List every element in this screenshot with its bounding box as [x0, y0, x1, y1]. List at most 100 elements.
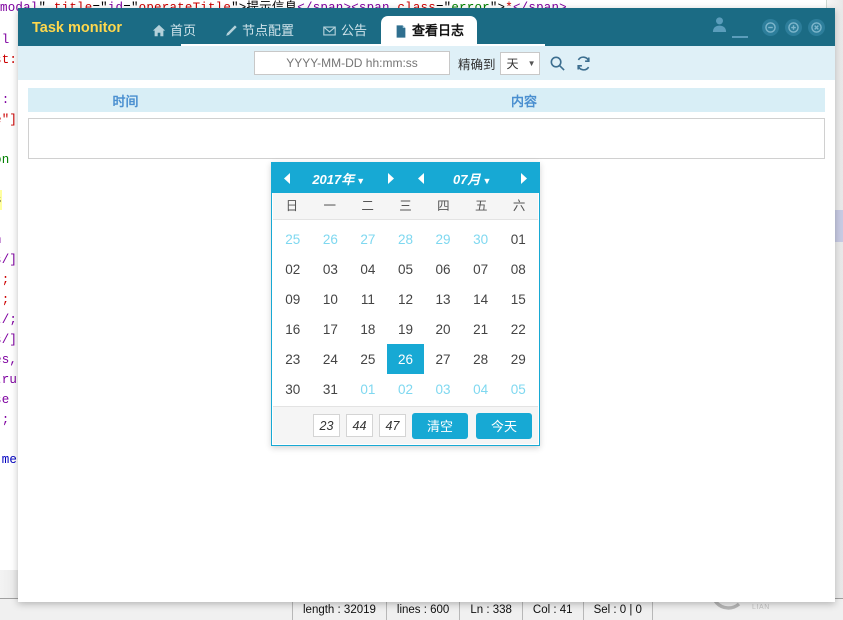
day-cell[interactable]: 16 [274, 314, 312, 344]
day-cell[interactable]: 03 [424, 374, 462, 404]
day-cell[interactable]: 01 [349, 374, 387, 404]
nav-tab-home[interactable]: 首页 [138, 16, 210, 46]
day-cell[interactable]: 09 [274, 284, 312, 314]
datepicker-header: 2017年 ▼ 07月 ▼ [272, 163, 539, 193]
day-cell[interactable]: 21 [462, 314, 500, 344]
user-icon [711, 16, 728, 38]
hour-input[interactable] [313, 414, 340, 437]
month-label-button[interactable]: 07月 ▼ [436, 169, 510, 188]
day-cell[interactable]: 03 [312, 254, 350, 284]
date-range-input[interactable] [254, 51, 450, 75]
day-cell[interactable]: 06 [424, 254, 462, 284]
day-cell[interactable]: 01 [499, 224, 537, 254]
day-cell[interactable]: 25 [274, 224, 312, 254]
day-cell[interactable]: 26 [312, 224, 350, 254]
weekday-5: 五 [474, 199, 488, 213]
document-icon [394, 24, 408, 39]
day-cell[interactable]: 29 [499, 344, 537, 374]
log-empty-row [28, 118, 825, 159]
day-cell[interactable]: 22 [499, 314, 537, 344]
day-cell[interactable]: 02 [387, 374, 425, 404]
year-label-button[interactable]: 2017年 ▼ [302, 169, 376, 188]
today-button[interactable]: 今天 [476, 412, 532, 439]
next-month-button[interactable] [509, 163, 539, 193]
prev-month-button[interactable] [406, 163, 436, 193]
minute-input[interactable] [346, 414, 373, 437]
minimize-button[interactable] [762, 18, 779, 36]
second-input[interactable] [379, 414, 406, 437]
day-cell[interactable]: 24 [312, 344, 350, 374]
search-icon[interactable] [549, 55, 566, 72]
refresh-icon[interactable] [575, 55, 592, 72]
navbar: Task monitor 首页 节点配置 公告 查看日志 [18, 8, 835, 46]
day-cell[interactable]: 12 [387, 284, 425, 314]
chevron-down-icon: ▼ [527, 58, 536, 68]
day-cell[interactable]: 27 [424, 344, 462, 374]
task-monitor-window: Task monitor 首页 节点配置 公告 查看日志 YYYY-MM-DD … [18, 8, 835, 602]
precision-select[interactable]: 天 ▼ [499, 51, 540, 75]
datepicker-day-grid: 25 26 27 28 29 30 01 02 03 04 05 06 07 08 09 10 11 12 13 14… [272, 220, 539, 406]
precision-select-value: 天 [506, 56, 519, 71]
next-year-button[interactable] [376, 163, 406, 193]
day-cell[interactable]: 19 [387, 314, 425, 344]
envelope-icon [322, 24, 337, 38]
nav-tab-node-config-label: 节点配置 [241, 23, 294, 38]
datepicker-footer: 清空 今天 [273, 406, 538, 444]
datepicker-popup: 2017年 ▼ 07月 ▼ 日一二三四五六 25 26 27 28 29 30 01 02 03 04… [271, 162, 540, 446]
nav-tabs: 首页 节点配置 公告 查看日志 [138, 8, 478, 46]
day-cell[interactable]: 07 [462, 254, 500, 284]
user-box[interactable] [711, 16, 748, 38]
nav-tab-view-logs[interactable]: 查看日志 [381, 16, 478, 46]
day-cell[interactable]: 30 [462, 224, 500, 254]
prev-year-button[interactable] [272, 163, 302, 193]
column-header-time[interactable]: 时间 [28, 88, 223, 112]
weekday-2: 二 [361, 199, 374, 213]
nav-tab-node-config[interactable]: 节点配置 [210, 16, 308, 46]
maximize-button[interactable] [785, 18, 802, 36]
navbar-right [711, 16, 835, 46]
chevron-down-icon: ▼ [356, 175, 366, 186]
day-cell[interactable]: 17 [312, 314, 350, 344]
nav-tab-view-logs-label: 查看日志 [412, 23, 465, 38]
day-cell[interactable]: 05 [499, 374, 537, 404]
precision-label: 精确到 [458, 57, 496, 72]
chevron-down-icon: ▼ [482, 175, 492, 186]
log-table: 时间 内容 [28, 88, 825, 112]
day-cell[interactable]: 29 [424, 224, 462, 254]
pencil-icon [224, 24, 238, 38]
day-cell[interactable]: 14 [462, 284, 500, 314]
column-header-content[interactable]: 内容 [223, 88, 825, 112]
day-cell[interactable]: 02 [274, 254, 312, 284]
year-label: 2017年 [312, 171, 355, 187]
home-icon [152, 24, 166, 38]
day-cell[interactable]: 08 [499, 254, 537, 284]
weekday-6: 六 [512, 199, 526, 213]
day-cell[interactable]: 05 [387, 254, 425, 284]
day-cell[interactable]: 13 [424, 284, 462, 314]
user-name-label [732, 26, 748, 38]
day-cell[interactable]: 11 [349, 284, 387, 314]
day-cell[interactable]: 25 [349, 344, 387, 374]
day-cell[interactable]: 30 [274, 374, 312, 404]
day-cell[interactable]: 23 [274, 344, 312, 374]
day-cell[interactable]: 20 [424, 314, 462, 344]
weekday-1: 一 [323, 199, 337, 213]
day-cell[interactable]: 31 [312, 374, 350, 404]
weekday-4: 四 [437, 199, 450, 213]
day-cell[interactable]: 04 [462, 374, 500, 404]
day-cell[interactable]: 28 [387, 224, 425, 254]
day-cell[interactable]: 27 [349, 224, 387, 254]
day-cell[interactable]: 15 [499, 284, 537, 314]
window-buttons [762, 18, 825, 36]
nav-tab-announcement[interactable]: 公告 [308, 16, 381, 46]
close-button[interactable] [808, 18, 825, 36]
clear-button[interactable]: 清空 [412, 412, 468, 439]
weekday-3: 三 [399, 199, 412, 213]
app-brand-title: Task monitor [32, 20, 122, 36]
day-cell-selected[interactable]: 26 [386, 344, 425, 374]
day-cell[interactable]: 10 [312, 284, 350, 314]
day-cell[interactable]: 04 [349, 254, 387, 284]
day-cell[interactable]: 18 [349, 314, 387, 344]
day-cell[interactable]: 28 [462, 344, 500, 374]
log-content-area: 时间 内容 2017年 ▼ 07月 ▼ 日 一 二 三 四 五 六 25 26 … [18, 80, 835, 602]
